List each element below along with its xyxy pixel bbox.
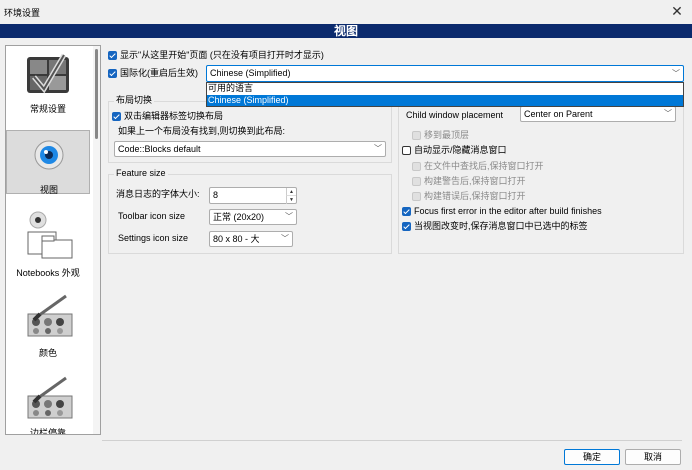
cancel-button[interactable]: 取消: [625, 449, 681, 465]
language-select-value: Chinese (Simplified): [210, 68, 291, 78]
sidebar-item-colors[interactable]: 颜色: [6, 290, 90, 360]
move-to-top-checkbox[interactable]: [412, 131, 421, 140]
i18n-checkbox[interactable]: [108, 69, 117, 78]
language-dropdown-list[interactable]: 可用的语言 Chinese (Simplified): [206, 82, 684, 107]
close-icon[interactable]: ✕: [668, 2, 686, 20]
fallback-layout-label: 如果上一个布局没有找到,则切换到此布局:: [118, 126, 286, 136]
language-option-header[interactable]: 可用的语言: [207, 83, 683, 94]
keep-open-find-checkbox[interactable]: [412, 162, 421, 171]
settings-icon-size-label: Settings icon size: [118, 233, 189, 243]
page-title: 视图: [333, 24, 358, 38]
auto-show-hide-checkbox[interactable]: [402, 146, 411, 155]
language-option[interactable]: Chinese (Simplified): [207, 95, 683, 106]
feature-size-group-label: Feature size: [114, 168, 168, 179]
keep-open-error-label: 构建错误后,保持窗口打开: [424, 191, 526, 201]
keep-open-find-label: 在文件中查找后,保持窗口打开: [424, 161, 544, 171]
message-font-size-stepper[interactable]: 8 ▲ ▼: [209, 187, 297, 204]
stepper-up-icon[interactable]: ▲: [286, 188, 296, 196]
toolbar-icon-size-select[interactable]: 正常 (20x20) ﹀: [209, 209, 297, 225]
window-titlebar: 环境设置 ✕: [0, 0, 692, 24]
sidebar-item-label: 边栏停靠: [29, 428, 66, 435]
keep-selected-tab-label: 当视图改变时,保存消息窗口中已选中的标签: [414, 221, 588, 231]
keep-open-warning-checkbox[interactable]: [412, 177, 421, 186]
sidebar-item-label: 颜色: [38, 348, 57, 358]
message-font-size-label: 消息日志的字体大小:: [116, 189, 200, 199]
palette-icon: [27, 294, 73, 337]
sidebar-item-general[interactable]: 常规设置: [6, 46, 90, 126]
dblclick-switch-label: 双击编辑器标签切换布局: [124, 111, 224, 121]
sidebar-item-label: Notebooks 外观: [16, 268, 80, 278]
sidebar-item-label: 常规设置: [29, 104, 66, 114]
move-to-top-label: 移到最顶层: [424, 130, 470, 140]
eye-view-icon: [34, 140, 64, 170]
language-select[interactable]: Chinese (Simplified) ﹀: [206, 65, 684, 82]
settings-icon-size-select[interactable]: 80 x 80 - 大 ﹀: [209, 231, 293, 247]
page-header-banner: 视图: [0, 24, 692, 38]
auto-show-hide-label: 自动显示/隐藏消息窗口: [414, 145, 507, 155]
dblclick-switch-checkbox[interactable]: [112, 112, 121, 121]
chevron-down-icon: ﹀: [281, 234, 289, 243]
chevron-down-icon: ﹀: [672, 69, 680, 78]
child-window-placement-label: Child window placement: [406, 110, 504, 120]
sidebar-scrollbar-thumb[interactable]: [95, 49, 98, 139]
chevron-down-icon: ﹀: [374, 144, 382, 153]
chevron-down-icon: ﹀: [285, 212, 293, 221]
settings-icon-size-value: 80 x 80 - 大: [213, 234, 260, 244]
fallback-layout-value: Code::Blocks default: [118, 144, 201, 154]
focus-first-error-checkbox[interactable]: [402, 207, 411, 216]
i18n-label: 国际化(重启后生效): [120, 68, 198, 78]
show-start-page-checkbox[interactable]: [108, 51, 117, 60]
dock-palette-icon: [27, 376, 73, 419]
sidebar-item-label: 视图: [39, 185, 58, 195]
keep-selected-tab-checkbox[interactable]: [402, 222, 411, 231]
show-start-page-label: 显示"从这里开始"页面 (只在没有项目打开时才显示): [120, 50, 324, 60]
window-title: 环境设置: [4, 8, 41, 18]
ok-button[interactable]: 确定: [564, 449, 620, 465]
keep-open-warning-label: 构建警告后,保持窗口打开: [424, 176, 526, 186]
message-font-size-value: 8: [213, 190, 219, 200]
sidebar-item-notebooks[interactable]: Notebooks 外观: [6, 204, 90, 278]
general-settings-icon: [27, 53, 69, 94]
settings-sidebar[interactable]: 常规设置 视图 Notebooks 外观 颜色 边栏停靠: [5, 45, 101, 435]
sidebar-item-docking[interactable]: 边栏停靠: [6, 372, 90, 435]
notebooks-icon: [27, 211, 73, 259]
child-window-placement-select[interactable]: Center on Parent ﹀: [520, 106, 676, 122]
stepper-down-icon[interactable]: ▼: [286, 196, 296, 204]
footer-divider: [102, 440, 682, 441]
toolbar-icon-size-label: Toolbar icon size: [118, 211, 186, 221]
layout-switch-group-label: 布局切换: [114, 95, 155, 106]
child-window-placement-value: Center on Parent: [524, 109, 593, 119]
toolbar-icon-size-value: 正常 (20x20): [213, 212, 265, 222]
focus-first-error-label: Focus first error in the editor after bu…: [414, 206, 602, 216]
sidebar-item-view[interactable]: 视图: [6, 130, 90, 195]
fallback-layout-select[interactable]: Code::Blocks default ﹀: [114, 141, 386, 157]
chevron-down-icon: ﹀: [664, 109, 672, 118]
keep-open-error-checkbox[interactable]: [412, 192, 421, 201]
